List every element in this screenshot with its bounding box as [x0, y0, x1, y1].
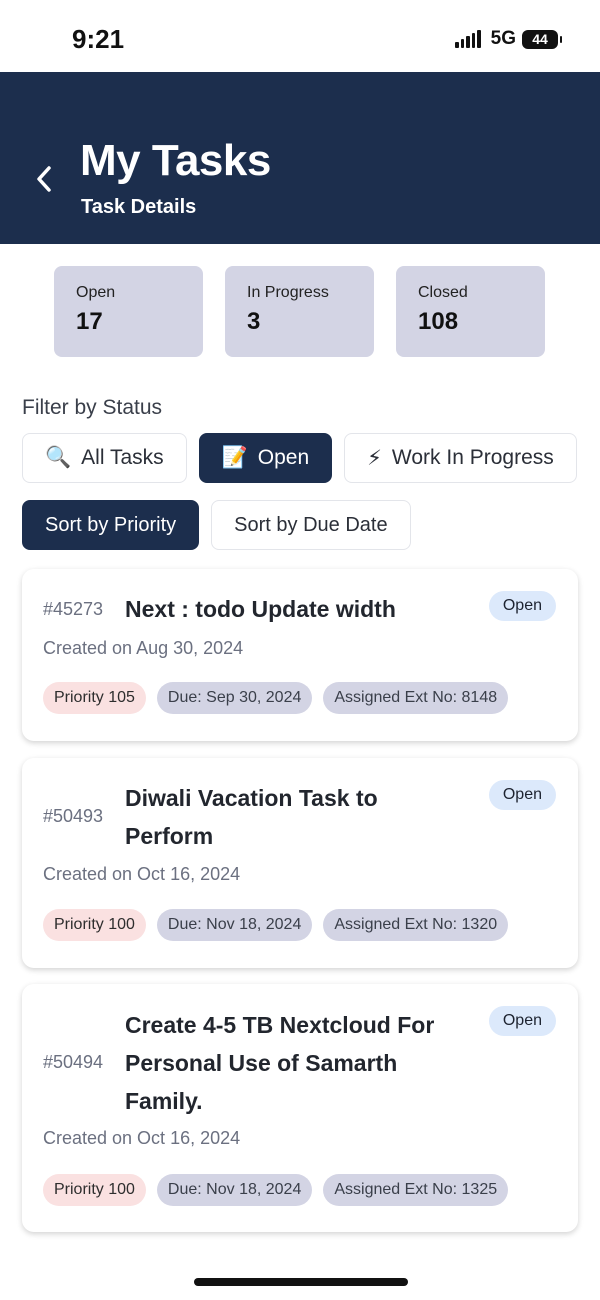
sort-by-priority-button[interactable]: Sort by Priority — [22, 500, 200, 550]
home-indicator[interactable] — [194, 1278, 408, 1286]
task-title: Diwali Vacation Task to Perform — [125, 779, 378, 855]
assigned-ext-tag: Assigned Ext No: 8148 — [323, 682, 509, 714]
priority-tag: Priority 100 — [43, 909, 146, 941]
status-summary: Open 17 In Progress 3 Closed 108 — [54, 266, 545, 357]
stat-value: 108 — [418, 308, 459, 335]
task-title-line: Personal Use of Samarth — [125, 1050, 398, 1076]
task-id: #50493 — [43, 806, 104, 826]
status-indicators: 5G 44 — [455, 28, 562, 50]
task-id: #50494 — [43, 1052, 104, 1072]
header: My Tasks Task Details — [0, 72, 600, 244]
filter-chip-work-in-progress[interactable]: ⚡ Work In Progress — [344, 433, 577, 483]
task-title-line: Create 4-5 TB Nextcloud For — [125, 1012, 435, 1038]
task-title: Create 4-5 TB Nextcloud For Personal Use… — [125, 1006, 434, 1120]
stat-label: Open — [76, 284, 116, 301]
task-created-date: Created on Aug 30, 2024 — [43, 638, 244, 658]
stat-label: In Progress — [247, 284, 329, 301]
task-id: #45273 — [43, 599, 104, 619]
chip-label: All Tasks — [81, 446, 164, 469]
task-created-date: Created on Oct 16, 2024 — [43, 1128, 241, 1148]
battery-icon: 44 — [522, 29, 562, 49]
stat-value: 17 — [76, 308, 103, 335]
memo-icon: 📝 — [221, 446, 248, 469]
chip-label: Open — [257, 446, 310, 469]
back-chevron-icon[interactable] — [34, 164, 54, 194]
status-badge: Open — [488, 591, 556, 621]
filter-title: Filter by Status — [22, 396, 163, 419]
status-filter-chips: 🔍 All Tasks 📝 Open ⚡ Work In Progress — [22, 433, 578, 483]
assigned-ext-tag: Assigned Ext No: 1320 — [323, 909, 509, 941]
page-subtitle: Task Details — [81, 196, 197, 218]
stat-open: Open 17 — [54, 266, 203, 357]
stat-label: Closed — [418, 284, 468, 301]
search-icon: 🔍 — [45, 446, 72, 469]
status-badge: Open — [488, 1006, 556, 1036]
task-tags: Priority 105 Due: Sep 30, 2024 Assigned … — [43, 682, 509, 714]
sort-controls: Sort by Priority Sort by Due Date — [22, 500, 411, 550]
chip-label: Work In Progress — [391, 446, 554, 469]
task-title-line: Family. — [125, 1088, 203, 1114]
priority-tag: Priority 100 — [43, 1174, 146, 1206]
status-time: 9:21 — [72, 24, 125, 54]
task-created-date: Created on Oct 16, 2024 — [43, 864, 241, 884]
status-badge: Open — [488, 780, 556, 810]
due-date-tag: Due: Nov 18, 2024 — [156, 1174, 313, 1206]
stat-closed: Closed 108 — [396, 266, 545, 357]
stat-in-progress: In Progress 3 — [225, 266, 374, 357]
stat-value: 3 — [247, 308, 261, 335]
sort-by-due-date-button[interactable]: Sort by Due Date — [211, 500, 411, 550]
filter-chip-open[interactable]: 📝 Open — [198, 433, 333, 483]
task-title-line: Perform — [125, 823, 214, 849]
filter-chip-all-tasks[interactable]: 🔍 All Tasks — [22, 433, 187, 483]
page-title: My Tasks — [80, 136, 271, 185]
status-bar: 9:21 5G 44 — [0, 0, 600, 72]
task-tags: Priority 100 Due: Nov 18, 2024 Assigned … — [43, 1174, 509, 1206]
task-card[interactable]: #50494 Create 4-5 TB Nextcloud For Perso… — [22, 984, 578, 1232]
task-card[interactable]: #45273 Next : todo Update width Open Cre… — [22, 569, 578, 741]
task-title: Next : todo Update width — [125, 590, 396, 628]
signal-icon — [455, 30, 481, 48]
due-date-tag: Due: Sep 30, 2024 — [156, 682, 313, 714]
assigned-ext-tag: Assigned Ext No: 1325 — [323, 1174, 509, 1206]
network-label: 5G — [490, 28, 516, 49]
lightning-icon: ⚡ — [367, 446, 382, 470]
task-title-line: Next : todo Update width — [125, 596, 396, 622]
task-card[interactable]: #50493 Diwali Vacation Task to Perform O… — [22, 758, 578, 968]
task-title-line: Diwali Vacation Task to — [125, 785, 378, 811]
task-tags: Priority 100 Due: Nov 18, 2024 Assigned … — [43, 909, 509, 941]
due-date-tag: Due: Nov 18, 2024 — [156, 909, 313, 941]
priority-tag: Priority 105 — [43, 682, 146, 714]
